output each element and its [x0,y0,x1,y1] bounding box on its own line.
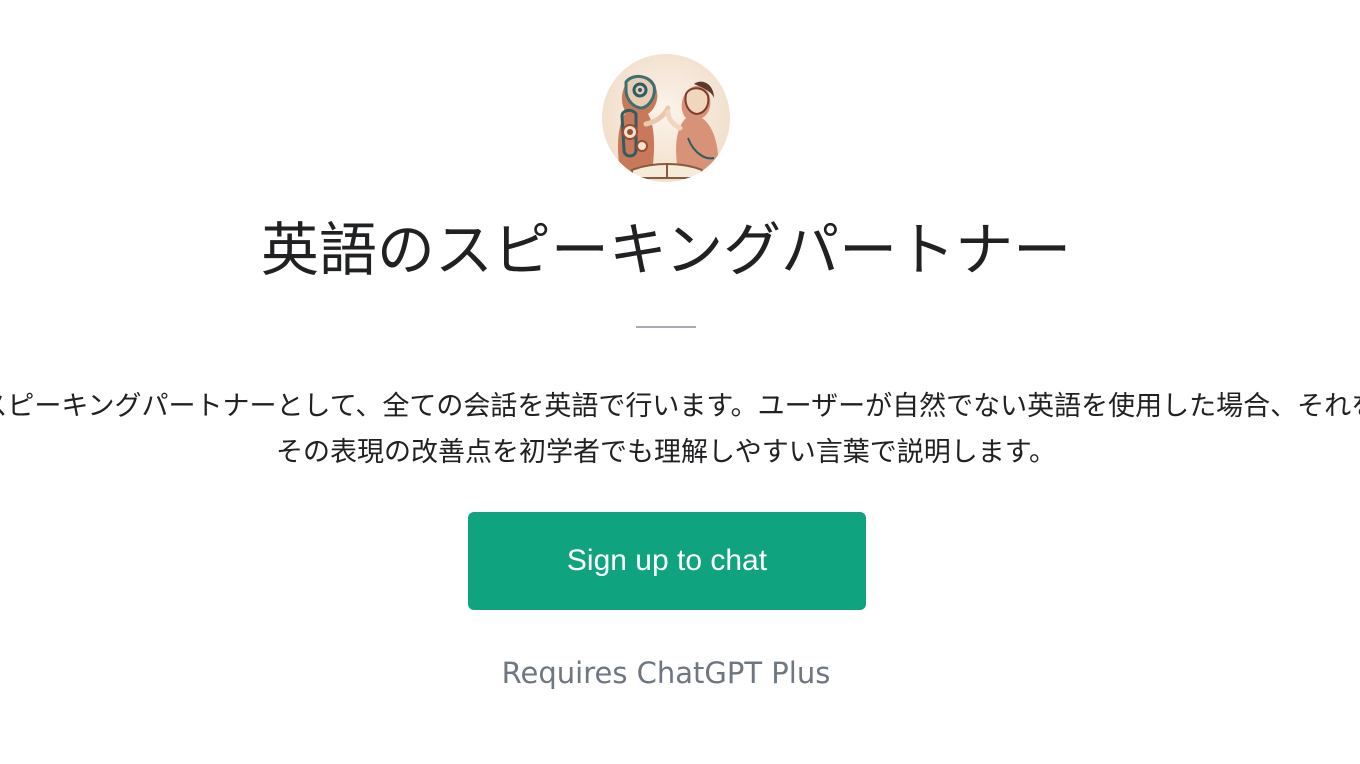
gpt-title: 英語のスピーキングパートナー [260,216,1072,284]
description-line: その表現の改善点を初学者でも理解しやすい言葉で説明します。 [275,437,1057,468]
gpt-landing-page: 英語のスピーキングパートナー ユーザーのスピーキングパートナーとして、全ての会話… [0,0,1360,764]
sign-up-to-chat-button[interactable]: Sign up to chat [468,512,866,610]
gpt-avatar [602,54,730,182]
description-line: ユーザーのスピーキングパートナーとして、全ての会話を英語で行います。ユーザーが自… [0,391,1360,422]
gpt-description: ユーザーのスピーキングパートナーとして、全ての会話を英語で行います。ユーザーが自… [0,384,1360,476]
conversation-illustration-icon [602,54,730,182]
title-divider [636,326,696,328]
requires-plus-note: Requires ChatGPT Plus [501,656,831,690]
